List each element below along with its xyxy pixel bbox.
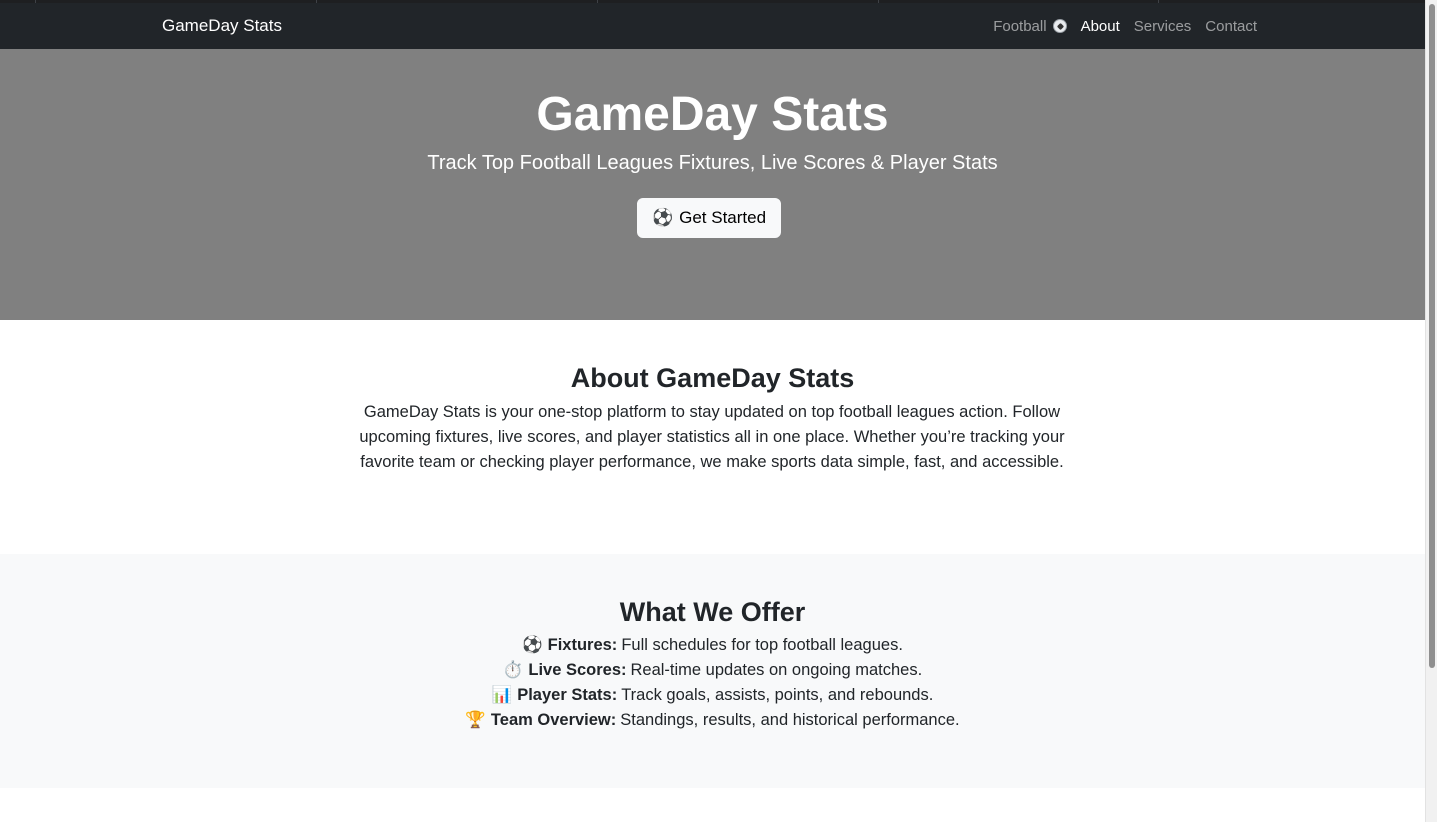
football-icon <box>1052 19 1067 33</box>
feature-name: Team Overview: <box>490 711 617 729</box>
page-scrollbar[interactable] <box>1425 0 1437 822</box>
feature-name: Fixtures: <box>547 636 618 654</box>
feature-name: Live Scores: <box>528 661 627 679</box>
nav-link-football[interactable]: Football <box>993 17 1067 35</box>
soccer-ball-icon: ⚽ <box>651 208 674 227</box>
nav-link-label: Football <box>993 17 1047 35</box>
scrollbar-thumb[interactable] <box>1429 4 1435 668</box>
about-section: About GameDay Stats GameDay Stats is you… <box>0 320 1425 554</box>
feature-desc: Track goals, assists, points, and reboun… <box>621 686 934 704</box>
offer-list: ⚽ Fixtures: Full schedules for top footbal… <box>0 633 1425 733</box>
feature-desc: Full schedules for top football leagues. <box>621 636 903 654</box>
navbar-brand[interactable]: GameDay Stats <box>162 15 282 37</box>
nav-link-about[interactable]: About <box>1081 18 1120 35</box>
nav-link-services[interactable]: Services <box>1134 18 1192 35</box>
feature-desc: Standings, results, and historical perfo… <box>620 711 960 729</box>
about-text: GameDay Stats is your one-stop platform … <box>359 403 1065 471</box>
offer-item-player-stats: 📊 Player Stats: Track goals, assists, poin… <box>0 683 1425 708</box>
hero-subtitle: Track Top Football Leagues Fixtures, Liv… <box>427 152 998 174</box>
navbar: GameDay Stats Football About Services Co… <box>0 3 1425 49</box>
trophy-icon: 🏆 <box>465 711 486 729</box>
bar-chart-icon: 📊 <box>491 686 513 704</box>
offer-item-fixtures: ⚽ Fixtures: Full schedules for top footbal… <box>0 633 1425 658</box>
offer-heading: What We Offer <box>619 597 806 627</box>
feature-name: Player Stats: <box>517 686 618 704</box>
get-started-button[interactable]: ⚽ Get Started <box>637 198 781 238</box>
hero-title: GameDay Stats <box>536 88 889 141</box>
soccer-ball-icon: ⚽ <box>522 636 543 654</box>
about-heading: About GameDay Stats <box>570 363 855 393</box>
nav-link-contact[interactable]: Contact <box>1205 18 1257 35</box>
offer-section: What We Offer ⚽ Fixtures: Full schedules f… <box>0 554 1425 788</box>
offer-item-team-overview: 🏆 Team Overview: Standings, results, and h… <box>0 708 1425 733</box>
nav-links: Football About Services Contact <box>979 3 1257 49</box>
stopwatch-icon: ⏱️ <box>502 661 524 679</box>
get-started-label: Get Started <box>679 208 767 227</box>
hero-section: GameDay Stats Track Top Football Leagues… <box>0 49 1425 320</box>
offer-item-live-scores: ⏱️ Live Scores: Real-time updates on ongoi… <box>0 658 1425 683</box>
feature-desc: Real-time updates on ongoing matches. <box>630 661 923 679</box>
